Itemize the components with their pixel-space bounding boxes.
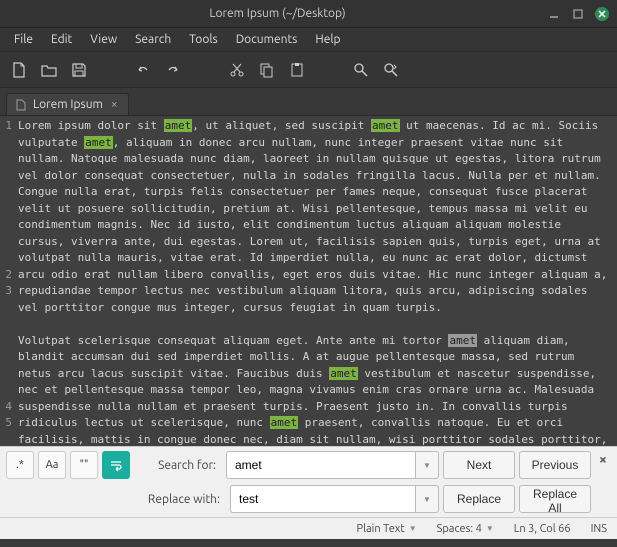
- menu-file[interactable]: File: [6, 30, 41, 49]
- editor-content[interactable]: Lorem ipsum dolor sit amet, ut aliquet, …: [14, 116, 617, 446]
- replace-history-dropdown[interactable]: ▼: [415, 485, 439, 513]
- open-file-icon[interactable]: [36, 57, 62, 83]
- menu-search[interactable]: Search: [127, 30, 179, 49]
- replace-button[interactable]: Replace: [443, 485, 515, 513]
- close-button[interactable]: [595, 7, 609, 21]
- search-history-dropdown[interactable]: ▼: [415, 451, 439, 479]
- menu-edit[interactable]: Edit: [43, 30, 80, 49]
- indent-mode[interactable]: Spaces: 4 ▼: [437, 523, 494, 535]
- cursor-position: Ln 3, Col 66: [514, 523, 571, 535]
- tabbar: Lorem Ipsum ×: [0, 88, 617, 116]
- previous-button[interactable]: Previous: [519, 451, 591, 479]
- insert-mode[interactable]: INS: [591, 523, 607, 535]
- tab-label: Lorem Ipsum: [33, 98, 103, 111]
- toolbar: [0, 52, 617, 88]
- menubar: File Edit View Search Tools Documents He…: [0, 28, 617, 52]
- new-file-icon[interactable]: [6, 57, 32, 83]
- replace-input[interactable]: [230, 485, 415, 513]
- search-for-label: Search for:: [134, 459, 222, 472]
- search-replace-panel: .* Aa "" Search for: ▼ Next Previous × R…: [0, 446, 617, 517]
- syntax-mode[interactable]: Plain Text ▼: [357, 523, 417, 535]
- line-gutter: 12 34 56: [0, 116, 14, 446]
- document-tab[interactable]: Lorem Ipsum ×: [6, 93, 129, 115]
- menu-documents[interactable]: Documents: [228, 30, 306, 49]
- search-replace-icon[interactable]: [378, 57, 404, 83]
- maximize-button[interactable]: [571, 7, 585, 21]
- document-icon: [15, 99, 27, 111]
- search-input[interactable]: [226, 451, 415, 479]
- copy-icon[interactable]: [254, 57, 280, 83]
- menu-tools[interactable]: Tools: [181, 30, 226, 49]
- statusbar: Plain Text ▼ Spaces: 4 ▼ Ln 3, Col 66 IN…: [0, 517, 617, 539]
- redo-icon[interactable]: [160, 57, 186, 83]
- case-sensitive-toggle[interactable]: Aa: [38, 451, 66, 479]
- close-search-icon[interactable]: ×: [595, 451, 611, 467]
- regex-toggle[interactable]: .*: [6, 451, 34, 479]
- replace-all-button[interactable]: Replace All: [519, 485, 591, 513]
- menu-view[interactable]: View: [82, 30, 125, 49]
- save-icon[interactable]: [66, 57, 92, 83]
- tab-close-icon[interactable]: ×: [109, 98, 120, 111]
- minimize-button[interactable]: [547, 7, 561, 21]
- editor[interactable]: 12 34 56 Lorem ipsum dolor sit amet, ut …: [0, 116, 617, 446]
- wrap-toggle[interactable]: [102, 451, 130, 479]
- paste-icon[interactable]: [284, 57, 310, 83]
- menu-help[interactable]: Help: [307, 30, 348, 49]
- search-icon[interactable]: [348, 57, 374, 83]
- next-button[interactable]: Next: [443, 451, 515, 479]
- cut-icon[interactable]: [224, 57, 250, 83]
- replace-with-label: Replace with:: [138, 493, 226, 506]
- window-title: Lorem Ipsum (~/Desktop): [8, 7, 547, 20]
- undo-icon[interactable]: [130, 57, 156, 83]
- titlebar: Lorem Ipsum (~/Desktop): [0, 0, 617, 28]
- whole-word-toggle[interactable]: "": [70, 451, 98, 479]
